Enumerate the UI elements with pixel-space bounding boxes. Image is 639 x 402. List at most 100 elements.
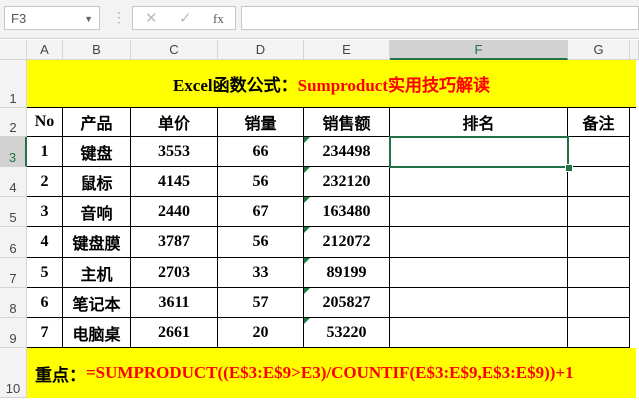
table-cell[interactable] bbox=[568, 197, 630, 227]
row-header-10[interactable]: 10 bbox=[0, 348, 27, 398]
insert-function-icon[interactable]: fx bbox=[213, 11, 224, 27]
row-header-1[interactable]: 1 bbox=[0, 60, 27, 108]
column-header-E[interactable]: E bbox=[304, 40, 390, 60]
error-indicator-icon bbox=[304, 258, 310, 264]
header-cell[interactable]: No bbox=[27, 108, 63, 137]
table-cell[interactable]: 234498 bbox=[304, 137, 390, 167]
table-cell[interactable]: 3611 bbox=[131, 288, 218, 318]
header-cell[interactable]: 产品 bbox=[63, 108, 131, 137]
cell-value: 7 bbox=[40, 323, 49, 341]
table-cell[interactable]: 163480 bbox=[304, 197, 390, 227]
table-cell[interactable] bbox=[568, 258, 630, 288]
row-header-6[interactable]: 6 bbox=[0, 227, 27, 258]
enter-icon[interactable]: ✓ bbox=[179, 9, 192, 27]
table-cell[interactable]: 89199 bbox=[304, 258, 390, 288]
cell-value: 67 bbox=[252, 202, 269, 220]
column-header-C[interactable]: C bbox=[131, 40, 218, 60]
column-header-A[interactable]: A bbox=[27, 40, 63, 60]
name-box[interactable]: F3 ▼ bbox=[4, 6, 100, 30]
table-cell[interactable]: 20 bbox=[218, 318, 304, 348]
table-cell[interactable]: 笔记本 bbox=[63, 288, 131, 318]
table-cell[interactable] bbox=[390, 288, 568, 318]
error-indicator-icon bbox=[304, 288, 310, 294]
table-cell[interactable]: 56 bbox=[218, 167, 304, 197]
table-cell[interactable]: 33 bbox=[218, 258, 304, 288]
table-cell[interactable]: 2440 bbox=[131, 197, 218, 227]
table-cell[interactable]: 205827 bbox=[304, 288, 390, 318]
table-cell[interactable]: 57 bbox=[218, 288, 304, 318]
table-cell[interactable]: 2661 bbox=[131, 318, 218, 348]
table-cell[interactable] bbox=[390, 258, 568, 288]
cell-value: 163480 bbox=[322, 202, 371, 220]
title-cell[interactable]: Excel函数公式： Sumproduct实用技巧解读 bbox=[27, 60, 636, 108]
cell-value: 57 bbox=[252, 293, 269, 311]
drag-handle-icon[interactable]: ⋮ bbox=[112, 9, 126, 26]
column-header-G[interactable]: G bbox=[568, 40, 630, 60]
table-cell[interactable] bbox=[390, 318, 568, 348]
cell-value: 6 bbox=[40, 293, 49, 311]
cell-value: 66 bbox=[252, 142, 269, 160]
table-cell[interactable]: 66 bbox=[218, 137, 304, 167]
table-cell[interactable]: 电脑桌 bbox=[63, 318, 131, 348]
note-cell[interactable]: 重点： =SUMPRODUCT((E$3:E$9>E3)/COUNTIF(E$3:… bbox=[27, 348, 636, 398]
cell-value: 2440 bbox=[158, 202, 190, 220]
fill-handle[interactable] bbox=[565, 164, 573, 172]
cell-value: 1 bbox=[40, 142, 49, 160]
row-header-2[interactable]: 2 bbox=[0, 108, 27, 137]
cell-value: 鼠标 bbox=[80, 175, 113, 193]
table-cell[interactable]: 53220 bbox=[304, 318, 390, 348]
column-header-H[interactable] bbox=[630, 40, 639, 60]
table-cell[interactable]: 鼠标 bbox=[63, 167, 131, 197]
header-cell[interactable]: 备注 bbox=[568, 108, 630, 137]
table-cell[interactable] bbox=[568, 227, 630, 258]
table-cell[interactable]: 音响 bbox=[63, 197, 131, 227]
table-cell[interactable] bbox=[568, 318, 630, 348]
row-header-5[interactable]: 5 bbox=[0, 197, 27, 227]
header-cell[interactable]: 销售额 bbox=[304, 108, 390, 137]
row-header-4[interactable]: 4 bbox=[0, 167, 27, 197]
table-cell[interactable]: 3553 bbox=[131, 137, 218, 167]
table-cell[interactable]: 键盘膜 bbox=[63, 227, 131, 258]
table-cell[interactable] bbox=[568, 167, 630, 197]
table-cell[interactable] bbox=[568, 137, 630, 167]
table-cell[interactable]: 7 bbox=[27, 318, 63, 348]
table-cell[interactable] bbox=[390, 197, 568, 227]
table-cell[interactable]: 键盘 bbox=[63, 137, 131, 167]
table-cell[interactable]: 5 bbox=[27, 258, 63, 288]
table-cell[interactable]: 3 bbox=[27, 197, 63, 227]
table-cell[interactable] bbox=[390, 227, 568, 258]
row-header-8[interactable]: 8 bbox=[0, 288, 27, 318]
cancel-icon[interactable]: ✕ bbox=[145, 9, 158, 27]
table-cell[interactable]: 3787 bbox=[131, 227, 218, 258]
table-cell[interactable]: 67 bbox=[218, 197, 304, 227]
table-cell[interactable]: 4 bbox=[27, 227, 63, 258]
select-all-button[interactable] bbox=[0, 40, 27, 60]
table-cell[interactable]: 232120 bbox=[304, 167, 390, 197]
cell-value: 232120 bbox=[322, 172, 371, 190]
table-cell[interactable] bbox=[568, 288, 630, 318]
table-cell[interactable]: 4145 bbox=[131, 167, 218, 197]
error-indicator-icon bbox=[304, 137, 310, 143]
table-cell[interactable]: 1 bbox=[27, 137, 63, 167]
table-cell[interactable]: 212072 bbox=[304, 227, 390, 258]
table-cell[interactable]: 2703 bbox=[131, 258, 218, 288]
column-header-B[interactable]: B bbox=[63, 40, 131, 60]
table-cell[interactable] bbox=[390, 167, 568, 197]
chevron-down-icon[interactable]: ▼ bbox=[84, 7, 93, 31]
cell-value: 5 bbox=[40, 263, 49, 281]
formula-input[interactable] bbox=[241, 6, 639, 30]
table-cell[interactable]: 主机 bbox=[63, 258, 131, 288]
row-header-9[interactable]: 9 bbox=[0, 318, 27, 348]
column-header-F[interactable]: F bbox=[390, 40, 568, 60]
table-cell[interactable]: 56 bbox=[218, 227, 304, 258]
row-header-7[interactable]: 7 bbox=[0, 258, 27, 288]
header-cell[interactable]: 排名 bbox=[390, 108, 568, 137]
header-cell[interactable]: 销量 bbox=[218, 108, 304, 137]
cell-value: 2661 bbox=[158, 323, 190, 341]
header-cell[interactable]: 单价 bbox=[131, 108, 218, 137]
selected-cell-F3[interactable] bbox=[389, 136, 569, 168]
table-cell[interactable]: 6 bbox=[27, 288, 63, 318]
row-header-3[interactable]: 3 bbox=[0, 137, 27, 167]
table-cell[interactable]: 2 bbox=[27, 167, 63, 197]
column-header-D[interactable]: D bbox=[218, 40, 304, 60]
